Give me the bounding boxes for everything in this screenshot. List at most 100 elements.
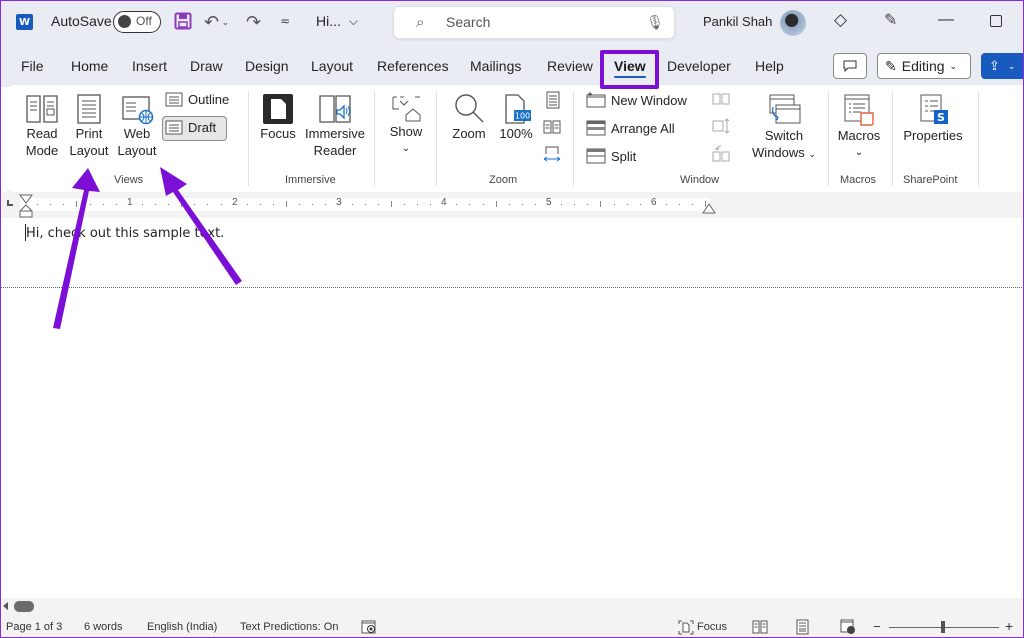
tab-file[interactable]: File	[21, 58, 44, 74]
macros-button[interactable]: Macros ⌄	[836, 93, 882, 161]
ruler-dot	[430, 204, 432, 205]
group-separator	[573, 91, 574, 186]
one-page-button[interactable]	[543, 91, 563, 109]
ruler-tick	[76, 201, 78, 207]
print-layout-view-icon[interactable]	[796, 619, 809, 635]
accessibility-icon[interactable]	[361, 620, 377, 635]
editing-label: Editing	[901, 58, 945, 74]
ruler-dot	[692, 204, 694, 205]
reset-window-position-button[interactable]	[711, 144, 731, 162]
designer-pen-icon[interactable]: ✎	[884, 10, 897, 30]
user-name[interactable]: Pankil Shah	[703, 14, 772, 29]
print-layout-icon	[77, 94, 101, 124]
undo-dropdown-icon[interactable]: ⌄	[219, 17, 230, 28]
print-layout-button[interactable]: Print Layout	[67, 93, 111, 159]
immersive-reader-button[interactable]: Immersive Reader	[303, 93, 367, 159]
ruler-dot	[89, 204, 91, 205]
web-layout-button[interactable]: Web Layout	[115, 93, 159, 159]
document-canvas[interactable]: Hi, check out this sample text.	[0, 218, 1024, 598]
tab-selector[interactable]	[7, 200, 13, 206]
group-separator	[978, 91, 979, 186]
print-layout-label-2: Layout	[69, 143, 109, 158]
show-icon	[392, 96, 421, 122]
search-input[interactable]: ⌕ Search 🎙︎	[393, 6, 675, 39]
tab-developer[interactable]: Developer	[667, 58, 731, 74]
autosave-toggle[interactable]: Off	[113, 11, 161, 33]
svg-text:100: 100	[515, 112, 530, 121]
maximize-icon[interactable]	[990, 15, 1002, 27]
zoom-out-button[interactable]: −	[873, 619, 881, 634]
chevron-down-icon: ⌄	[808, 149, 816, 159]
undo-icon[interactable]: ↶ ⌄	[204, 12, 229, 33]
tab-references[interactable]: References	[377, 58, 449, 74]
page-count[interactable]: Page 1 of 3	[6, 621, 62, 633]
search-placeholder: Search	[446, 14, 491, 30]
tab-review[interactable]: Review	[547, 58, 593, 74]
outline-icon	[165, 92, 183, 107]
redo-icon[interactable]: ↷	[246, 12, 261, 33]
customize-toolbar-icon[interactable]: ≂	[280, 14, 290, 28]
split-button[interactable]: Split	[586, 148, 636, 164]
draft-button-content[interactable]: Draft	[165, 120, 216, 135]
read-mode-button[interactable]: Read Mode	[21, 93, 63, 159]
tab-insert[interactable]: Insert	[132, 58, 167, 74]
web-layout-view-icon[interactable]	[840, 619, 856, 635]
multiple-pages-button[interactable]	[542, 120, 562, 134]
language-indicator[interactable]: English (India)	[147, 621, 217, 633]
comment-icon	[843, 60, 857, 72]
read-mode-view-icon[interactable]	[752, 620, 768, 634]
web-layout-label-2: Layout	[117, 143, 157, 158]
tab-layout[interactable]: Layout	[311, 58, 353, 74]
search-icon: ⌕	[416, 14, 425, 31]
microphone-icon[interactable]: 🎙︎	[646, 14, 664, 31]
focus-mode-icon[interactable]	[678, 620, 694, 635]
ruler-dot	[50, 204, 52, 205]
right-indent-marker-icon[interactable]	[702, 202, 716, 214]
view-side-by-side-button[interactable]	[711, 92, 731, 106]
tab-design[interactable]: Design	[245, 58, 289, 74]
new-window-button[interactable]: New Window	[586, 92, 687, 108]
zoom-in-button[interactable]: +	[1005, 618, 1013, 634]
zoom-slider-thumb[interactable]	[941, 621, 945, 633]
group-separator	[892, 91, 893, 186]
comments-button[interactable]	[833, 53, 867, 79]
ruler-dot	[220, 204, 222, 205]
page-break-line	[0, 287, 1024, 288]
minimize-icon[interactable]: —	[938, 11, 954, 29]
draft-icon	[165, 120, 183, 135]
tab-help[interactable]: Help	[755, 58, 784, 74]
horizontal-ruler[interactable]: 1 2 3 4 5 6	[20, 197, 710, 211]
text-predictions-status[interactable]: Text Predictions: On	[240, 621, 338, 633]
properties-button[interactable]: S Properties	[898, 93, 968, 144]
tab-mailings[interactable]: Mailings	[470, 58, 521, 74]
outline-button[interactable]: Outline	[165, 92, 229, 107]
share-button[interactable]: ⇪ ⌄	[981, 53, 1024, 79]
properties-icon: S	[920, 94, 948, 124]
show-button[interactable]: Show ⌄	[384, 93, 428, 157]
page-width-button[interactable]	[542, 145, 562, 163]
horizontal-scrollbar[interactable]	[0, 598, 1024, 616]
avatar[interactable]	[780, 10, 806, 36]
macros-label: Macros	[837, 128, 881, 143]
switch-windows-button[interactable]: Switch Windows ⌄	[744, 93, 824, 163]
indent-marker-icon[interactable]	[19, 194, 33, 218]
focus-status-label[interactable]: Focus	[697, 621, 727, 633]
editing-mode-button[interactable]: ✎ Editing ⌄	[877, 53, 971, 79]
document-text[interactable]: Hi, check out this sample text.	[26, 226, 224, 241]
tab-draw[interactable]: Draw	[190, 58, 223, 74]
focus-button[interactable]: Focus	[256, 93, 300, 142]
document-name[interactable]: Hi... ⌵	[316, 13, 358, 29]
zoom-button[interactable]: Zoom	[447, 93, 491, 142]
arrange-all-button[interactable]: Arrange All	[586, 120, 675, 136]
word-count[interactable]: 6 words	[84, 621, 123, 633]
zoom-100-button[interactable]: 100 100%	[496, 93, 536, 142]
ruler-dot	[325, 204, 327, 205]
scroll-left-arrow-icon[interactable]	[3, 602, 8, 610]
scrollbar-thumb[interactable]	[14, 601, 34, 612]
tab-home[interactable]: Home	[71, 58, 108, 74]
diamond-premium-icon[interactable]: ◇	[834, 10, 847, 30]
synchronous-scrolling-button[interactable]	[711, 118, 731, 134]
autosave-label: AutoSave	[51, 13, 112, 29]
save-icon[interactable]	[174, 12, 192, 30]
group-separator	[828, 91, 829, 186]
